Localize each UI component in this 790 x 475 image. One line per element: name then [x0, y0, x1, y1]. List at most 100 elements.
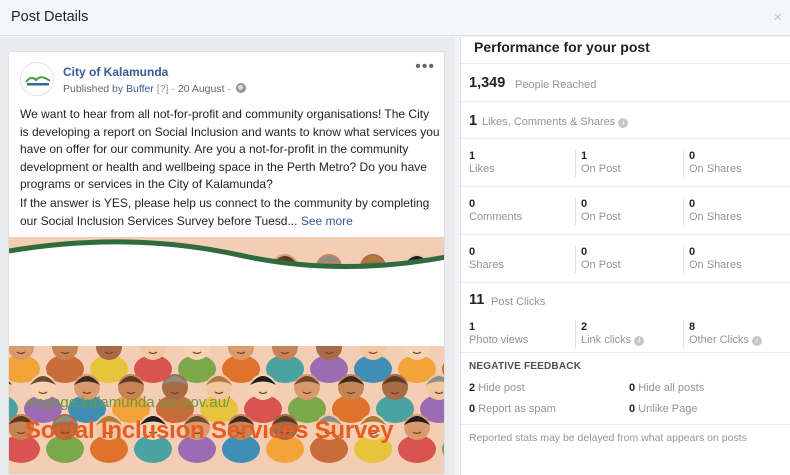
image-url-text: engage.kalamunda.wa.gov.au/	[27, 394, 231, 411]
reach-row: 1,349 People Reached	[461, 63, 790, 101]
likes-value: 1	[469, 150, 476, 162]
comments-on-post-cell: 0 On Post	[581, 198, 621, 224]
post-clicks-value: 11	[469, 292, 485, 308]
engagement-label: Likes, Comments & Shares i	[482, 116, 629, 128]
shares-on-shares-label: On Shares	[689, 259, 742, 271]
column-divider	[683, 149, 684, 177]
post-paragraph-1: We want to hear from all not-for-profit …	[20, 107, 440, 192]
post-image[interactable]: engage.kalamunda.wa.gov.au/ Social Inclu…	[9, 237, 444, 474]
publisher-link[interactable]: Buffer	[126, 83, 154, 95]
shares-on-shares-cell: 0 On Shares	[689, 246, 742, 272]
hide-post-value: 2	[469, 382, 476, 394]
likes-on-shares-cell: 0 On Shares	[689, 150, 742, 176]
kalamunda-logo-icon	[21, 63, 53, 95]
shares-row: 0 Shares 0 On Post 0 On Shares	[461, 234, 790, 282]
info-icon[interactable]: i	[634, 336, 645, 346]
comments-row: 0 Comments 0 On Post 0 On Shares	[461, 186, 790, 234]
stats-delay-note: Reported stats may be delayed from what …	[469, 432, 747, 444]
more-options-icon[interactable]: •••	[415, 58, 435, 76]
engagement-value: 1	[469, 113, 478, 129]
column-divider	[683, 197, 684, 225]
post-date[interactable]: · 20 August ·	[171, 83, 231, 95]
unlike-page-value: 0	[629, 403, 636, 415]
photo-views-label: Photo views	[469, 334, 529, 346]
link-clicks-value: 2	[581, 321, 588, 333]
column-divider	[575, 320, 576, 348]
footer-divider	[461, 424, 790, 425]
post-preview-pane: City of Kalamunda Published by Buffer [?…	[0, 37, 455, 475]
comments-on-post-label: On Post	[581, 211, 621, 223]
photo-views-cell: 1 Photo views	[469, 321, 528, 347]
photo-views-value: 1	[469, 321, 476, 333]
column-divider	[683, 320, 684, 348]
info-icon[interactable]: i	[618, 118, 629, 128]
comments-on-post-value: 0	[581, 198, 588, 210]
column-divider	[575, 149, 576, 177]
page-name-link[interactable]: City of Kalamunda	[63, 65, 168, 79]
comments-cell: 0 Comments	[469, 198, 522, 224]
comments-value: 0	[469, 198, 476, 210]
link-clicks-label-text: Link clicks	[581, 334, 632, 346]
dialog-title: Post Details	[11, 9, 89, 25]
published-by-prefix: Published by	[63, 83, 124, 95]
post-paragraph-2-text: If the answer is YES, please help us con…	[20, 195, 430, 228]
column-divider	[575, 245, 576, 273]
link-clicks-label: Link clicks i	[581, 334, 645, 347]
other-clicks-cell: 8 Other Clicks i	[689, 321, 762, 347]
unlike-page-stat: 0 Unlike Page	[629, 403, 698, 415]
unlike-page-label: Unlike Page	[638, 403, 698, 415]
column-divider	[683, 245, 684, 273]
engagement-row: 1 Likes, Comments & Shares i	[461, 101, 790, 138]
page-avatar[interactable]	[20, 62, 54, 96]
post-meta: Published by Buffer [?] · 20 August ·	[63, 83, 246, 95]
people-reached-label: People Reached	[515, 79, 597, 91]
column-divider	[575, 197, 576, 225]
close-icon[interactable]: ×	[773, 9, 782, 26]
hide-all-posts-value: 0	[629, 382, 636, 394]
post-clicks-label: Post Clicks	[491, 296, 546, 308]
engagement-label-text: Likes, Comments & Shares	[482, 116, 616, 128]
shares-on-post-label: On Post	[581, 259, 621, 271]
likes-on-post-value: 1	[581, 150, 588, 162]
dialog-header: Post Details ×	[0, 0, 790, 36]
help-marker[interactable]: [?]	[157, 83, 169, 95]
likes-cell: 1 Likes	[469, 150, 495, 176]
negative-feedback-section: NEGATIVE FEEDBACK 2 Hide post 0 Hide all…	[461, 352, 790, 424]
likes-on-shares-label: On Shares	[689, 163, 742, 175]
hide-post-stat: 2 Hide post	[469, 382, 525, 394]
info-icon[interactable]: i	[751, 336, 762, 346]
negative-feedback-title: NEGATIVE FEEDBACK	[469, 361, 582, 372]
other-clicks-label-text: Other Clicks	[689, 334, 749, 346]
performance-title: Performance for your post	[474, 39, 650, 55]
hide-all-posts-stat: 0 Hide all posts	[629, 382, 704, 394]
image-banner-wave	[9, 239, 444, 346]
post-clicks-row: 11 Post Clicks 1 Photo views 2 Link clic…	[461, 282, 790, 352]
shares-label: Shares	[469, 259, 504, 271]
likes-on-post-label: On Post	[581, 163, 621, 175]
post-paragraph-2: If the answer is YES, please help us con…	[20, 195, 440, 230]
likes-row: 1 Likes 1 On Post 0 On Shares	[461, 138, 790, 186]
comments-on-shares-value: 0	[689, 198, 696, 210]
comments-label: Comments	[469, 211, 523, 223]
other-clicks-value: 8	[689, 321, 696, 333]
report-spam-label: Report as spam	[478, 403, 556, 415]
see-more-link[interactable]: See more	[301, 214, 353, 228]
shares-value: 0	[469, 246, 476, 258]
likes-on-post-cell: 1 On Post	[581, 150, 621, 176]
hide-all-posts-label: Hide all posts	[638, 382, 705, 394]
globe-icon	[235, 83, 246, 93]
shares-on-post-cell: 0 On Post	[581, 246, 621, 272]
post-text: We want to hear from all not-for-profit …	[20, 106, 440, 231]
shares-cell: 0 Shares	[469, 246, 504, 272]
likes-on-shares-value: 0	[689, 150, 696, 162]
shares-on-post-value: 0	[581, 246, 588, 258]
other-clicks-label: Other Clicks i	[689, 334, 762, 347]
hide-post-label: Hide post	[478, 382, 525, 394]
performance-pane: Performance for your post 1,349 People R…	[460, 37, 790, 475]
link-clicks-cell: 2 Link clicks i	[581, 321, 645, 347]
post-card: City of Kalamunda Published by Buffer [?…	[8, 51, 445, 475]
people-reached-value: 1,349	[469, 75, 506, 91]
likes-label: Likes	[469, 163, 495, 175]
shares-on-shares-value: 0	[689, 246, 696, 258]
comments-on-shares-label: On Shares	[689, 211, 742, 223]
